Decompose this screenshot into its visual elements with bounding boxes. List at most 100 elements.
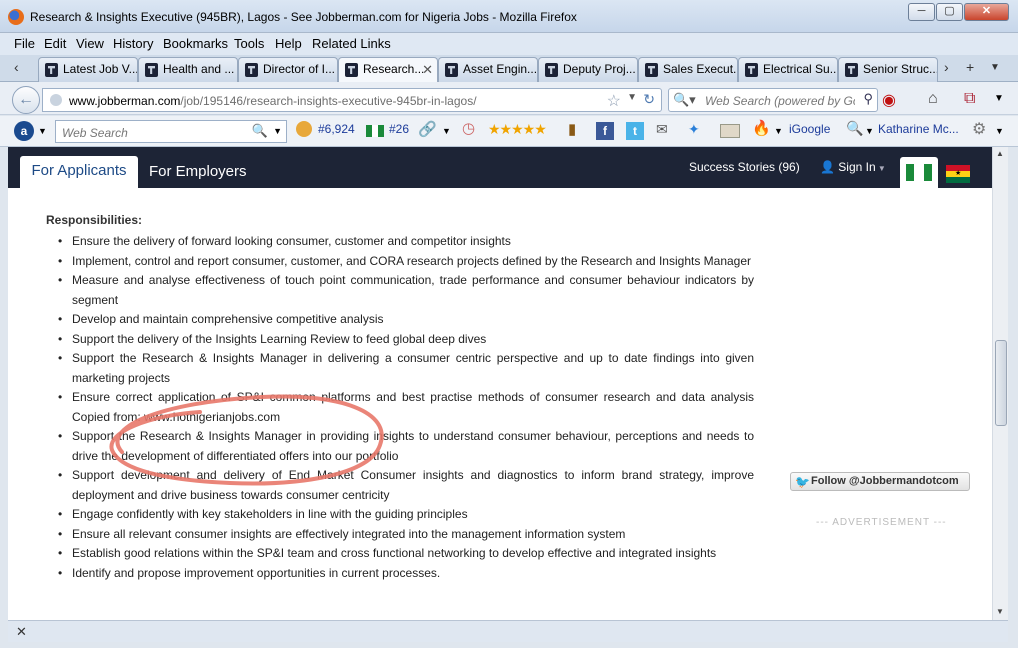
close-window-button[interactable]: ✕ (964, 3, 1009, 21)
home-icon[interactable]: ⌂ (928, 90, 938, 108)
list-item: Identify and propose improvement opportu… (58, 564, 754, 584)
search-bar[interactable]: 🔍▾ Web Search (powered by Goo ⚲ (668, 88, 878, 112)
sparkle-icon[interactable]: ✦ (688, 121, 700, 138)
url-path: /job/195146/research-insights-executive-… (180, 94, 477, 108)
jobberman-favicon-icon (145, 63, 158, 77)
twitter-bird-icon: 🐦 (795, 475, 810, 489)
user-icon: 👤 (820, 160, 839, 174)
menu-view[interactable]: View (76, 36, 104, 51)
facebook-icon[interactable]: f (596, 122, 614, 140)
search-tool-icon[interactable]: 🔍 (846, 120, 863, 137)
back-button[interactable]: ← (12, 86, 40, 114)
sign-in-chevron-icon: ▼ (875, 164, 886, 173)
jobberman-favicon-icon (45, 63, 58, 77)
window-title: Research & Insights Executive (945BR), L… (30, 10, 577, 24)
menu-edit[interactable]: Edit (44, 36, 66, 51)
bookmark-star-icon[interactable]: ☆ (607, 91, 621, 111)
sign-in-link[interactable]: 👤 Sign In ▼ (820, 160, 886, 174)
scroll-down-icon[interactable]: ▼ (996, 607, 1004, 616)
links-dropdown-icon[interactable]: ▼ (442, 126, 451, 136)
search-tool-dropdown-icon[interactable]: ▼ (865, 126, 874, 136)
links-icon[interactable]: 🔗 (418, 120, 437, 138)
wayback-clock-icon[interactable]: ◷ (462, 119, 475, 137)
search-dropdown-icon[interactable]: ▼ (273, 126, 282, 136)
tab-label: Electrical Su... (763, 62, 838, 76)
tab-close-icon[interactable]: ✕ (422, 58, 433, 81)
nigeria-flag-button[interactable] (900, 157, 938, 188)
rating-stars[interactable]: ★★★★★ (488, 121, 547, 138)
tab-sales[interactable]: Sales Execut... (638, 57, 738, 82)
addon-toolbar: a ▼ Web Search 🔍 ▼ #6,924 #26 🔗 ▼ ◷ ★★★★… (0, 116, 1018, 147)
tab-scroll-left-icon[interactable]: ‹ (14, 59, 19, 75)
close-addon-bar-icon[interactable]: ✕ (16, 624, 27, 640)
gear-icon[interactable]: ⚙ (972, 119, 986, 139)
url-history-dropdown-icon[interactable]: ▼ (627, 92, 637, 103)
follow-twitter-button[interactable]: 🐦 Follow @Jobbermandotcom (790, 472, 970, 491)
tab-senior[interactable]: Senior Struc... (838, 57, 938, 82)
gear-dropdown-icon[interactable]: ▼ (995, 126, 1004, 136)
tab-health[interactable]: Health and ... (138, 57, 238, 82)
fire-dropdown-icon[interactable]: ▼ (774, 126, 783, 136)
ghana-flag-button[interactable]: ★ (940, 157, 978, 188)
menu-help[interactable]: Help (275, 36, 302, 51)
country-rank[interactable]: #26 (389, 122, 409, 136)
tab-director[interactable]: Director of I... (238, 57, 338, 82)
tab-label: Sales Execut... (663, 62, 738, 76)
scrollbar-thumb[interactable] (995, 340, 1007, 426)
tab-deputy[interactable]: Deputy Proj... (538, 57, 638, 82)
tab-for-employers[interactable]: For Employers (149, 163, 247, 180)
tab-for-applicants[interactable]: For Applicants (20, 156, 138, 188)
search-go-icon[interactable]: ⚲ (863, 91, 873, 107)
menu-tools[interactable]: Tools (234, 36, 264, 51)
list-item: Establish good relations within the SP&I… (58, 544, 754, 564)
mail-icon[interactable]: ✉ (656, 121, 668, 138)
search-engine-icon[interactable]: 🔍▾ (673, 92, 696, 108)
tab-research-active[interactable]: Research... ✕ (338, 57, 438, 83)
url-bar[interactable]: www.jobberman.com/job/195146/research-in… (42, 88, 662, 112)
vertical-scrollbar[interactable]: ▲ ▼ (992, 147, 1008, 620)
tab-scroll-right-icon[interactable]: › (944, 59, 949, 75)
sign-in-label: Sign In (838, 160, 876, 174)
reload-icon[interactable]: ↻ (643, 91, 655, 108)
url-host: www.jobberman.com (69, 94, 181, 108)
tab-electrical[interactable]: Electrical Su... (738, 57, 838, 82)
alexa-logo-icon[interactable]: a (14, 121, 34, 141)
alexa-dropdown-icon[interactable]: ▼ (38, 126, 47, 136)
new-tab-plus-icon[interactable]: + (966, 59, 974, 75)
jobberman-favicon-icon (845, 63, 858, 77)
nigeria-flag-icon (366, 125, 384, 137)
site-identity-icon[interactable] (50, 94, 62, 106)
traffic-rank-icon (296, 121, 312, 137)
fire-icon[interactable]: 🔥 (752, 119, 771, 137)
global-rank[interactable]: #6,924 (318, 122, 355, 136)
tab-list-chevron-icon[interactable]: ▼ (990, 62, 1000, 73)
list-item: Engage confidently with key stakeholders… (58, 505, 754, 525)
jobberman-favicon-icon (745, 63, 758, 77)
menu-related-links[interactable]: Related Links (312, 36, 391, 51)
contact-card-icon[interactable] (720, 124, 740, 138)
record-icon[interactable]: ◉ (882, 90, 896, 110)
scroll-up-icon[interactable]: ▲ (996, 149, 1004, 158)
menu-file[interactable]: File (14, 36, 35, 51)
tab-asset[interactable]: Asset Engin... (438, 57, 538, 82)
menu-chevron-icon[interactable]: ▼ (994, 93, 1004, 104)
jobberman-favicon-icon (645, 63, 658, 77)
igoogle-link[interactable]: iGoogle (789, 122, 830, 136)
menu-history[interactable]: History (113, 36, 153, 51)
menu-bookmarks[interactable]: Bookmarks (163, 36, 228, 51)
maximize-button[interactable]: ▢ (936, 3, 963, 21)
notebook-icon[interactable]: ▮ (568, 120, 576, 138)
jobberman-favicon-icon (345, 63, 358, 77)
tab-label: Senior Struc... (863, 62, 938, 76)
jobberman-favicon-icon (445, 63, 458, 77)
success-stories-link[interactable]: Success Stories (96) (689, 160, 800, 174)
user-account-link[interactable]: Katharine Mc... (878, 122, 959, 136)
advertisement-label: --- ADVERTISEMENT --- (816, 517, 947, 528)
twitter-icon[interactable]: t (626, 122, 644, 140)
tab-latest-job[interactable]: Latest Job V... (38, 57, 138, 82)
translate-icon[interactable]: ⧉ (964, 90, 975, 108)
toolbar-web-search-input[interactable]: Web Search 🔍 ▼ (55, 120, 287, 143)
search-icon[interactable]: 🔍 (252, 123, 268, 139)
minimize-button[interactable]: ─ (908, 3, 935, 21)
search-placeholder: Web Search (powered by Goo (705, 94, 855, 108)
